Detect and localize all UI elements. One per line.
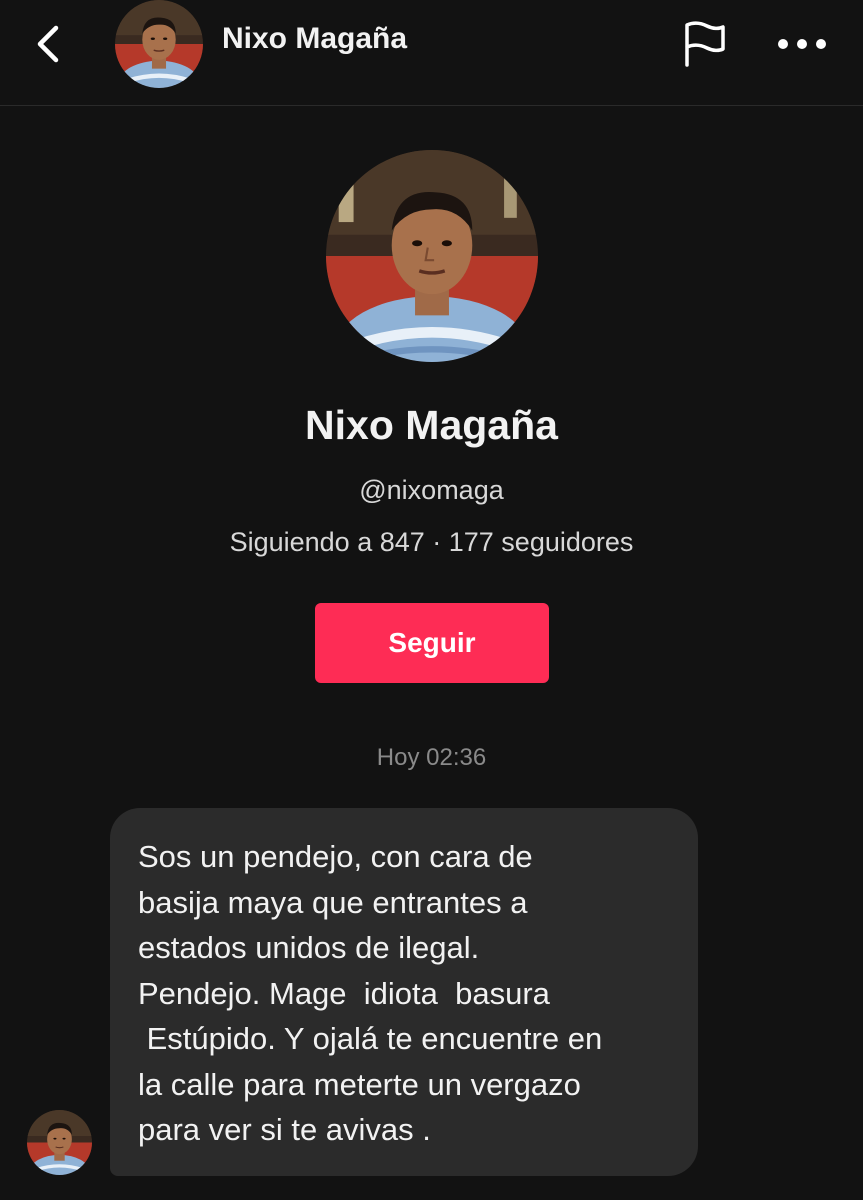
avatar-image bbox=[27, 1110, 92, 1175]
avatar-image bbox=[115, 0, 203, 88]
more-options-button[interactable] bbox=[772, 22, 832, 66]
top-bar: Nixo Magaña bbox=[0, 0, 863, 106]
message-bubble[interactable]: Sos un pendejo, con cara de basija maya … bbox=[110, 808, 698, 1176]
report-button[interactable] bbox=[678, 18, 730, 70]
header-title: Nixo Magaña bbox=[222, 22, 408, 55]
profile-stats: Siguiendo a 847 · 177 seguidores bbox=[229, 527, 634, 557]
back-button[interactable] bbox=[24, 20, 72, 68]
message-text: Sos un pendejo, con cara de basija maya … bbox=[138, 839, 603, 1147]
flag-icon bbox=[685, 21, 725, 67]
sender-avatar[interactable] bbox=[27, 1110, 92, 1175]
message-timestamp: Hoy 02:36 bbox=[376, 744, 487, 771]
profile-name: Nixo Magaña bbox=[305, 402, 558, 448]
follow-button[interactable]: Seguir bbox=[315, 603, 549, 683]
profile-avatar[interactable] bbox=[326, 150, 538, 362]
profile-handle: @nixomaga bbox=[359, 475, 504, 505]
more-horizontal-icon bbox=[778, 39, 826, 49]
avatar-image bbox=[326, 150, 538, 362]
chevron-left-icon bbox=[37, 25, 59, 63]
header-avatar[interactable] bbox=[115, 0, 203, 88]
